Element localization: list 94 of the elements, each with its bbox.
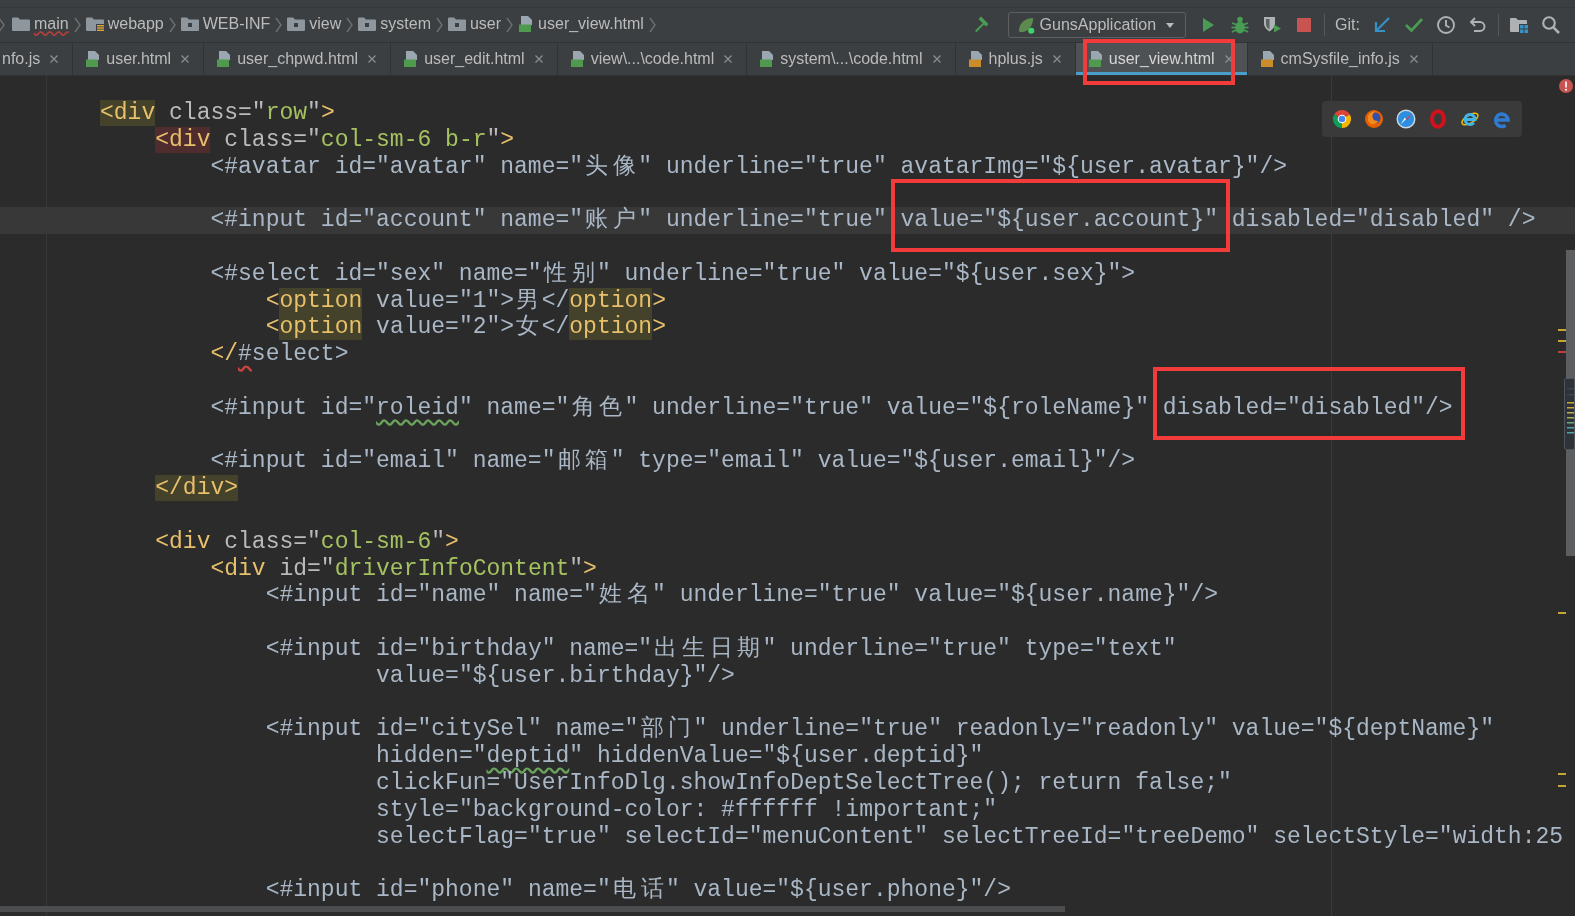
html-file-icon xyxy=(569,51,586,67)
close-icon[interactable] xyxy=(181,55,190,63)
close-icon[interactable] xyxy=(1224,55,1233,63)
html-file-icon xyxy=(518,15,535,32)
breadcrumb-item[interactable]: webapp xyxy=(85,11,164,39)
opera-icon[interactable] xyxy=(1428,109,1448,129)
code-line: <div class="row"> xyxy=(100,100,335,127)
code-line: <#input id="phone" name="电话" value="${user.phone}"/> xyxy=(265,877,1011,904)
code-line: style="background-color: #ffffff !important;" xyxy=(376,796,998,824)
safari-icon[interactable] xyxy=(1396,109,1416,129)
html-file-icon xyxy=(1087,51,1104,67)
code-line: <div id="driverInfoContent"> xyxy=(210,555,597,583)
chevron-icon xyxy=(648,17,656,33)
chevron-icon xyxy=(435,17,443,33)
warning-marker-icon[interactable] xyxy=(1558,329,1566,331)
close-icon[interactable] xyxy=(50,55,59,63)
close-icon[interactable] xyxy=(1052,55,1061,63)
editor-tab[interactable]: nfo.js xyxy=(0,43,74,75)
code-line: <#input id="roleid" name="角色" underline="true" value="${roleName}" disabled="disabled"/> xyxy=(210,394,1453,422)
folder-icon xyxy=(447,16,466,31)
chevron-icon xyxy=(506,17,514,33)
chevron-icon xyxy=(168,17,176,33)
html-file-icon xyxy=(85,51,102,67)
breadcrumb-item[interactable]: main xyxy=(12,11,69,39)
folder-icon xyxy=(12,16,30,31)
code-line: <#input id="account" name="账户" underline="true" value="${user.account}" disabled="disabled" /> xyxy=(210,207,1536,234)
editor-tab[interactable]: user_edit.html xyxy=(391,43,558,75)
code-line: value="${user.birthday}"/> xyxy=(376,662,735,690)
close-icon[interactable] xyxy=(1409,55,1418,63)
chevron-icon xyxy=(275,17,283,33)
code-line: <div class="col-sm-6"> xyxy=(155,528,459,556)
close-icon[interactable] xyxy=(368,55,377,63)
editor-tab[interactable]: view\...\code.html xyxy=(557,43,748,75)
web-folder-icon xyxy=(85,16,104,31)
breadcrumb-item[interactable]: system xyxy=(358,11,431,39)
code-line: <#input id="email" name="邮箱" type="email" value="${user.email}"/> xyxy=(210,448,1136,476)
code-line: <option value="1">男</option> xyxy=(265,287,666,314)
search-icon[interactable] xyxy=(1541,15,1561,35)
chevron-icon xyxy=(346,17,354,33)
firefox-icon[interactable] xyxy=(1364,109,1384,129)
run-configuration-dropdown[interactable]: GunsApplication xyxy=(1007,12,1187,38)
editor-tab[interactable]: user.html xyxy=(73,43,205,75)
arrow-down-left-icon[interactable] xyxy=(1372,15,1392,35)
chrome-icon[interactable] xyxy=(1332,109,1352,129)
horizontal-scrollbar-thumb[interactable] xyxy=(0,906,1065,912)
html-file-icon xyxy=(216,51,233,67)
folder-icon xyxy=(358,16,377,31)
edge-icon[interactable] xyxy=(1492,109,1512,129)
close-icon[interactable] xyxy=(724,55,733,63)
html-file-icon xyxy=(759,51,776,67)
editor-tab[interactable]: user_chpwd.html xyxy=(204,43,392,75)
editor-tab[interactable]: system\...\code.html xyxy=(747,43,956,75)
html-file-icon xyxy=(403,51,420,67)
undo-icon[interactable] xyxy=(1468,15,1488,35)
breadcrumb-item[interactable]: user xyxy=(447,11,502,39)
error-marker-icon[interactable] xyxy=(1558,351,1566,353)
error-icon[interactable] xyxy=(1559,79,1573,93)
chevron-icon xyxy=(73,17,81,33)
code-line: <#input id="name" name="姓名" underline="true" value="${user.name}"/> xyxy=(265,582,1218,610)
editor-tab[interactable]: user_view.html xyxy=(1075,43,1248,75)
folder-icon xyxy=(180,16,199,31)
folder-grid-icon[interactable] xyxy=(1509,15,1529,35)
warning-marker-icon[interactable] xyxy=(1558,340,1566,342)
code-line: <#input id="birthday" name="出生日期" underline="true" type="text" xyxy=(265,635,1177,663)
editor-tab[interactable]: cmSysfile_info.js xyxy=(1247,43,1433,75)
clock-icon[interactable] xyxy=(1436,15,1456,35)
scroll-preview-tooltip xyxy=(1564,378,1575,450)
folder-icon xyxy=(287,16,306,31)
code-line: <#avatar id="avatar" name="头像" underline="true" avatarImg="${user.avatar}"/> xyxy=(210,153,1287,181)
bug-icon[interactable] xyxy=(1230,15,1251,35)
code-line: <option value="2">女</option> xyxy=(265,314,666,342)
breadcrumb-item[interactable]: user_view.html xyxy=(518,11,644,39)
git-label: Git: xyxy=(1335,16,1360,34)
code-line: hidden="deptid" hiddenValue="${user.deptid}" xyxy=(376,743,984,770)
warning-marker-icon[interactable] xyxy=(1558,773,1566,775)
code-line: selectFlag="true" selectId="menuContent" selectTreeId="treeDemo" selectStyle="width:25 xyxy=(376,823,1564,851)
breadcrumb-item[interactable]: WEB-INF xyxy=(180,11,271,39)
code-line: <#select id="sex" name="性别" underline="true" value="${user.sex}"> xyxy=(210,260,1136,288)
code-line: <#input id="citySel" name="部门" underline="true" readonly="readonly" value="${deptName}" xyxy=(265,716,1495,744)
code-line: clickFun="UserInfoDlg.showInfoDeptSelectTree(); return false;" xyxy=(376,769,1232,797)
leaf-icon xyxy=(1016,15,1036,35)
breadcrumb-item[interactable]: view xyxy=(287,11,342,39)
caret-icon xyxy=(1166,22,1175,28)
code-line: </#select> xyxy=(210,341,349,368)
warning-marker-icon[interactable] xyxy=(1558,612,1566,614)
js-file-icon xyxy=(1259,51,1276,67)
close-icon[interactable] xyxy=(932,55,941,63)
editor-tab[interactable]: hplus.js xyxy=(955,43,1076,75)
chevron-icon xyxy=(0,17,5,33)
warning-marker-icon[interactable] xyxy=(1558,785,1566,787)
js-file-icon xyxy=(967,51,984,67)
shield-play-icon[interactable] xyxy=(1262,15,1283,35)
code-line: <div class="col-sm-6 b-r"> xyxy=(155,126,515,154)
close-icon[interactable] xyxy=(534,55,543,63)
